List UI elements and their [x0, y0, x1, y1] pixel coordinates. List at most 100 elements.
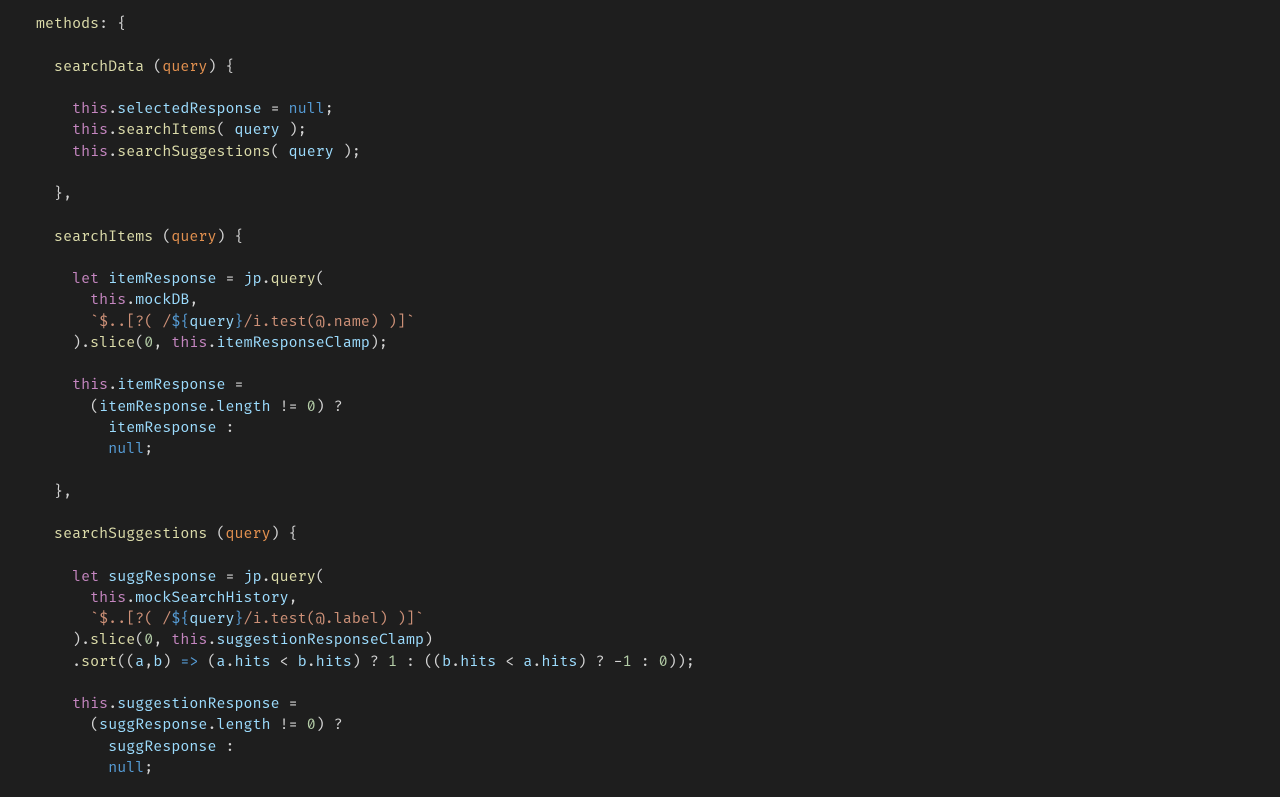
token-punc	[99, 569, 108, 586]
token-ident: hits	[541, 654, 577, 671]
token-punc: .	[262, 271, 271, 288]
token-param: query	[162, 59, 207, 76]
token-punc: (	[135, 335, 144, 352]
token-punc: (	[207, 526, 225, 543]
token-num: 0	[307, 717, 316, 734]
token-ident: a	[135, 654, 144, 671]
token-ident: selectedResponse	[117, 101, 261, 118]
code-line: let itemResponse = jp.query(	[36, 271, 325, 288]
token-punc: ) ? -	[578, 654, 623, 671]
token-str: `$..[?( /	[90, 314, 171, 331]
token-punc: ).	[36, 335, 90, 352]
token-punc: !=	[271, 717, 307, 734]
token-punc	[36, 59, 54, 76]
token-punc: ;	[144, 441, 153, 458]
token-def: methods	[36, 16, 99, 33]
token-key: this	[171, 632, 207, 649]
token-def: sort	[81, 654, 117, 671]
token-strint: }	[235, 611, 244, 628]
token-ident: a	[217, 654, 226, 671]
token-punc: );	[334, 144, 361, 161]
token-strint: ${	[171, 611, 189, 628]
token-punc: ((	[117, 654, 135, 671]
code-line: (suggResponse.length != 0) ?	[36, 717, 343, 734]
token-ident: query	[189, 314, 234, 331]
token-ident: hits	[235, 654, 271, 671]
token-punc: =	[216, 569, 243, 586]
token-punc: .	[226, 654, 235, 671]
token-punc: :	[632, 654, 659, 671]
token-strint: }	[235, 314, 244, 331]
token-punc: ));	[668, 654, 695, 671]
token-punc	[36, 696, 72, 713]
token-punc: )	[424, 632, 433, 649]
code-line: itemResponse :	[36, 420, 235, 437]
token-punc: );	[370, 335, 388, 352]
token-punc: (	[316, 569, 325, 586]
token-ident: mockSearchHistory	[135, 590, 288, 607]
token-punc: .	[126, 292, 135, 309]
token-punc: (	[316, 271, 325, 288]
token-punc: (	[216, 122, 234, 139]
token-str: `$..[?( /	[90, 611, 171, 628]
code-line: searchItems (query) {	[36, 229, 244, 246]
token-punc: : {	[99, 16, 126, 33]
token-ident: itemResponseClamp	[217, 335, 370, 352]
token-ident: suggestionResponseClamp	[217, 632, 425, 649]
token-punc: ;	[144, 760, 153, 777]
token-ident: length	[216, 399, 270, 416]
code-line: this.itemResponse =	[36, 377, 244, 394]
token-num: 1	[388, 654, 397, 671]
code-line: searchData (query) {	[36, 59, 235, 76]
token-punc	[36, 377, 72, 394]
code-line: this.suggestionResponse =	[36, 696, 298, 713]
token-ident: hits	[316, 654, 352, 671]
token-ident: itemResponse	[117, 377, 225, 394]
token-punc: .	[108, 144, 117, 161]
token-punc	[36, 101, 72, 118]
token-def: slice	[90, 632, 135, 649]
token-punc: :	[216, 739, 234, 756]
token-punc: (	[198, 654, 216, 671]
token-ident: jp	[244, 271, 262, 288]
code-line: this.selectedResponse = null;	[36, 101, 334, 118]
token-punc: ) ?	[316, 717, 343, 734]
token-key: let	[72, 569, 99, 586]
token-ident: query	[189, 611, 234, 628]
code-line: `$..[?( /${query}/i.test(@.label) )]`	[36, 611, 424, 628]
token-ident: suggResponse	[108, 569, 216, 586]
token-num: 0	[144, 632, 153, 649]
token-punc: .	[108, 696, 117, 713]
code-line: `$..[?( /${query}/i.test(@.name) )]`	[36, 314, 415, 331]
token-punc	[36, 760, 108, 777]
token-punc: },	[36, 484, 72, 501]
token-key: let	[72, 271, 99, 288]
token-ident: query	[289, 144, 334, 161]
token-ident: jp	[244, 569, 262, 586]
token-punc: ) {	[216, 229, 243, 246]
token-num: 1	[623, 654, 632, 671]
token-punc: )	[162, 654, 180, 671]
token-punc: ) ?	[352, 654, 388, 671]
token-def: searchSuggestions	[54, 526, 207, 543]
code-line: .sort((a,b) => (a.hits < b.hits) ? 1 : (…	[36, 654, 695, 671]
token-punc: (	[271, 144, 289, 161]
token-def: searchItems	[54, 229, 153, 246]
token-punc: .	[451, 654, 460, 671]
token-num: 0	[659, 654, 668, 671]
token-punc	[36, 271, 72, 288]
token-key: this	[90, 292, 126, 309]
token-punc: .	[262, 569, 271, 586]
token-ident: suggResponse	[99, 717, 207, 734]
token-punc: ,	[289, 590, 298, 607]
code-line: suggResponse :	[36, 739, 235, 756]
code-line: this.searchSuggestions( query );	[36, 144, 361, 161]
token-punc: :	[216, 420, 234, 437]
token-punc: =	[280, 696, 298, 713]
token-punc: .	[207, 335, 216, 352]
token-ident: query	[235, 122, 280, 139]
code-line: methods: {	[36, 16, 126, 33]
code-editor-content[interactable]: methods: { searchData (query) { this.sel…	[0, 0, 1280, 779]
token-punc: .	[307, 654, 316, 671]
token-punc	[36, 569, 72, 586]
